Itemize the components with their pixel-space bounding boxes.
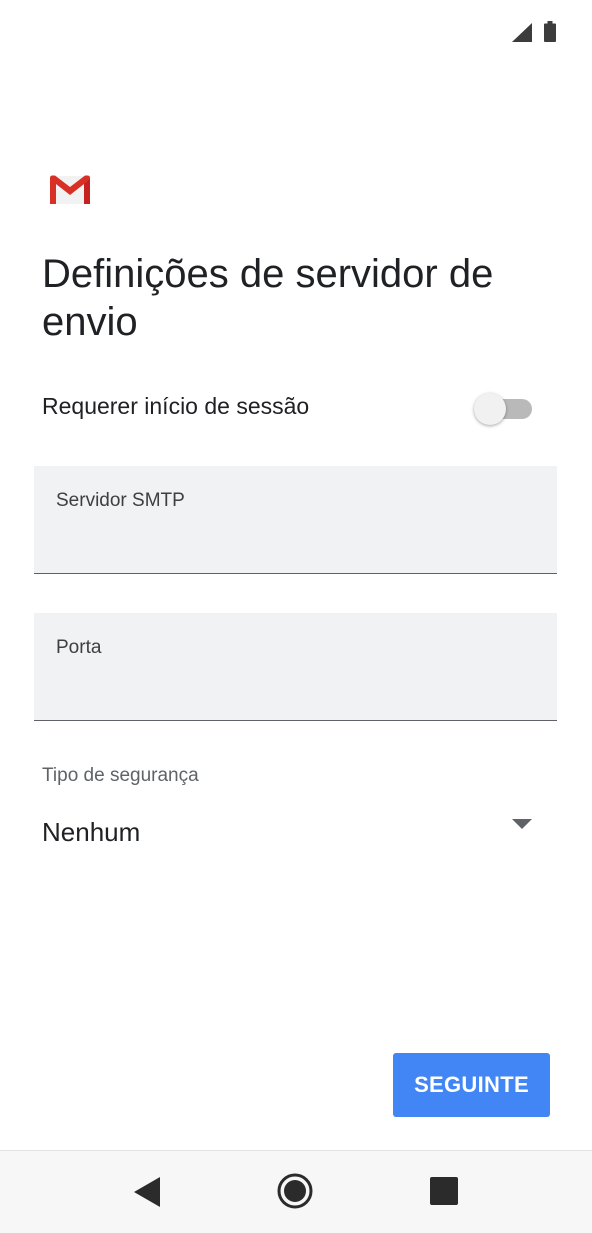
- security-type-label: Tipo de segurança: [42, 765, 199, 786]
- smtp-server-input[interactable]: [56, 524, 536, 556]
- battery-icon: [544, 21, 556, 42]
- recents-icon[interactable]: [429, 1176, 459, 1206]
- home-icon[interactable]: [276, 1172, 314, 1210]
- require-login-row: Requerer início de sessão: [42, 385, 542, 427]
- smtp-server-field[interactable]: Servidor SMTP: [34, 466, 557, 574]
- signal-icon: [512, 23, 532, 42]
- require-login-label: Requerer início de sessão: [42, 393, 310, 419]
- smtp-server-label: Servidor SMTP: [56, 490, 185, 511]
- port-label: Porta: [56, 637, 102, 658]
- next-button[interactable]: SEGUINTE: [393, 1053, 550, 1117]
- toggle-thumb: [474, 393, 506, 425]
- require-login-toggle[interactable]: [474, 391, 534, 425]
- port-input[interactable]: [56, 671, 536, 703]
- navigation-bar: [0, 1150, 592, 1233]
- security-type-value: Nenhum: [42, 817, 141, 847]
- gmail-logo: [50, 175, 90, 204]
- dropdown-arrow-icon: [512, 819, 532, 829]
- port-field[interactable]: Porta: [34, 613, 557, 721]
- status-bar: [0, 0, 592, 64]
- page-title: Definições de servidor de envio: [42, 252, 494, 344]
- back-icon[interactable]: [132, 1175, 162, 1209]
- security-type-dropdown[interactable]: Nenhum: [42, 805, 542, 861]
